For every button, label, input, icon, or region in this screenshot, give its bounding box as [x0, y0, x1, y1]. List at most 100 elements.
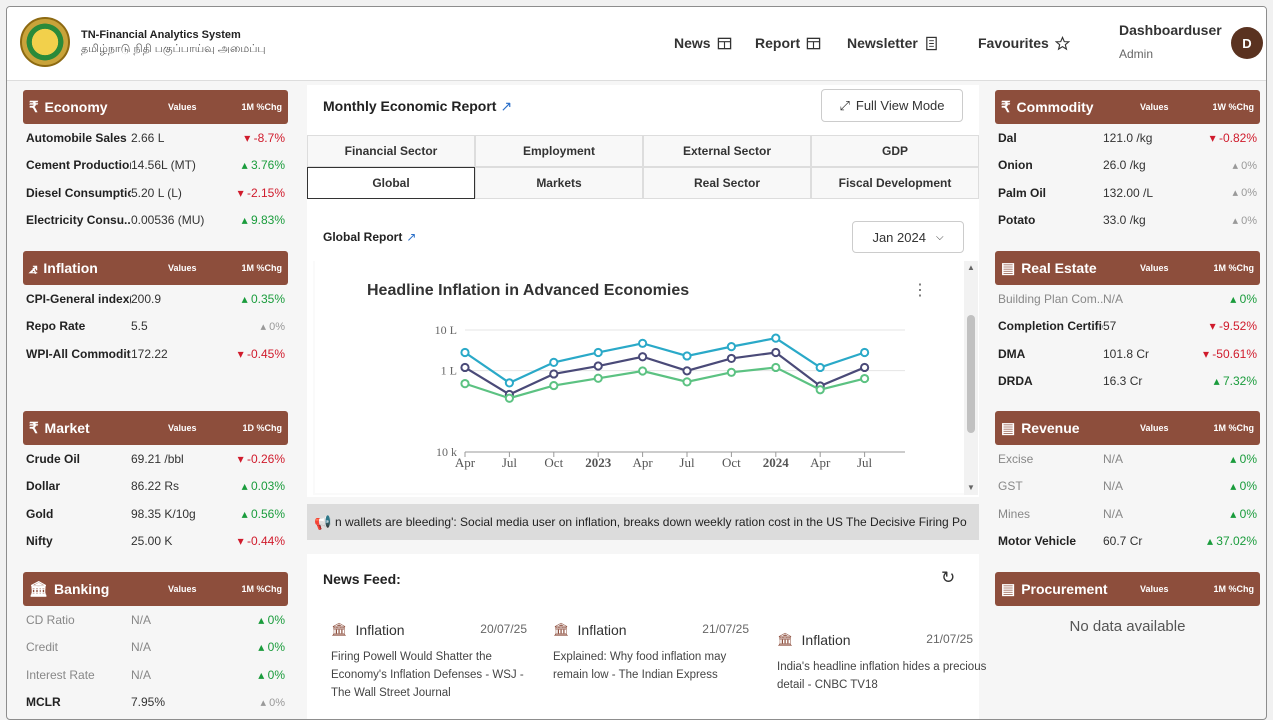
user-name: Dashboarduser: [1119, 22, 1222, 38]
metric-name: Interest Rate: [26, 667, 95, 682]
panel-title[interactable]: ₹ Market: [29, 419, 168, 437]
metric-change: ▾ -0.26%: [237, 451, 285, 466]
nav-report[interactable]: Report: [755, 35, 821, 51]
metric-row[interactable]: Onion 26.0 /kg ▴ 0%: [995, 152, 1260, 180]
refresh-icon[interactable]: ↻: [941, 568, 955, 588]
metric-row[interactable]: Potato 33.0 /kg ▴ 0%: [995, 207, 1260, 235]
panel-title[interactable]: ₹ Economy: [29, 98, 168, 116]
tab-financial-sector[interactable]: Financial Sector: [307, 135, 475, 167]
metric-change: ▴ 0%: [1232, 214, 1257, 227]
metric-value: N/A: [131, 667, 152, 682]
bank-icon: 🏛: [331, 622, 348, 637]
metric-row[interactable]: CD Ratio N/A ▴ 0%: [23, 606, 288, 634]
scrollbar-thumb[interactable]: [967, 315, 975, 433]
metric-row[interactable]: Completion Certific...57 ▾ -9.52%: [995, 313, 1260, 341]
metric-row[interactable]: DRDA 16.3 Cr ▴ 7.32%: [995, 368, 1260, 396]
news-card[interactable]: 🏛 Inflation 21/07/25 India's headline infla…: [777, 632, 987, 694]
metric-row[interactable]: Dollar 86.22 Rs ▴ 0.03%: [23, 473, 288, 501]
series-1-point: [460, 347, 470, 358]
metric-row[interactable]: Palm Oil 132.00 /L ▴ 0%: [995, 179, 1260, 207]
metric-row[interactable]: Repo Rate 5.5 ▴ 0%: [23, 313, 288, 341]
x-tick-label: Oct: [722, 455, 741, 470]
news-card[interactable]: 🏛 Inflation 21/07/25 Explained: Why food in…: [553, 622, 763, 684]
news-card[interactable]: 🏛 Inflation 20/07/25 Firing Powell Would Sh…: [331, 622, 541, 702]
metric-row[interactable]: MCLR 7.95% ▴ 0%: [23, 689, 288, 717]
metric-row[interactable]: Electricity Consu... 0.00536 (MU) ▴ 9.83%: [23, 207, 288, 235]
panel-title[interactable]: ₹ Commodity: [1001, 98, 1140, 116]
tab-employment[interactable]: Employment: [475, 135, 643, 167]
metric-row[interactable]: GST N/A ▴ 0%: [995, 473, 1260, 501]
metric-value: 16.3 Cr: [1103, 374, 1143, 389]
metric-row[interactable]: WPI-All Commodities172.22 ▾ -0.45%: [23, 340, 288, 368]
series-3-point: [771, 362, 781, 373]
metric-change: ▾ -0.82%: [1209, 130, 1257, 145]
tab-gdp[interactable]: GDP: [811, 135, 979, 167]
metric-row[interactable]: DMA 101.8 Cr ▾ -50.61%: [995, 340, 1260, 368]
news-category-label: Inflation: [801, 632, 851, 648]
chart-card: Headline Inflation in Advanced Economies…: [315, 261, 965, 493]
panel-title[interactable]: 🏛 Banking: [29, 580, 168, 598]
news-category-label: Inflation: [577, 622, 627, 638]
tab-real-sector[interactable]: Real Sector: [643, 167, 811, 199]
metric-row[interactable]: Automobile Sales 2.66 L ▾ -8.7%: [23, 124, 288, 152]
metric-row[interactable]: Interest Rate N/A ▴ 0%: [23, 661, 288, 689]
nav-news[interactable]: News: [674, 35, 732, 51]
kebab-menu-icon[interactable]: ⋮: [912, 282, 928, 299]
metric-change: ▾ -9.52%: [1209, 319, 1257, 334]
metric-change: ▴ 0.03%: [241, 479, 285, 494]
metric-row[interactable]: Gold 98.35 K/10g ▴ 0.56%: [23, 500, 288, 528]
metric-name: MCLR: [26, 695, 61, 710]
full-view-label: Full View Mode: [855, 98, 945, 113]
col-header-values: Values: [168, 423, 197, 433]
metric-name: Credit: [26, 640, 59, 655]
report-title[interactable]: Monthly Economic Report ↗: [323, 98, 512, 115]
metric-row[interactable]: Dal 121.0 /kg ▾ -0.82%: [995, 124, 1260, 152]
scroll-up-arrow[interactable]: ▲: [967, 263, 975, 272]
metric-value: 57: [1103, 319, 1117, 334]
nav-favourites[interactable]: Favourites: [978, 35, 1070, 51]
user-avatar[interactable]: D: [1231, 27, 1263, 59]
metric-row[interactable]: Cement Production 14.56L (MT) ▴ 3.76%: [23, 152, 288, 180]
metric-change: ▴ 9.83%: [241, 213, 285, 228]
series-3-point: [504, 393, 514, 403]
metric-value: 69.21 /bbl: [131, 451, 184, 466]
series-3-point: [815, 385, 825, 395]
panel-header: ▤ Real Estate Values 1M %Chg: [995, 251, 1260, 285]
metric-row[interactable]: Nifty 25.00 K ▾ -0.44%: [23, 528, 288, 556]
tab-fiscal-development[interactable]: Fiscal Development: [811, 167, 979, 199]
month-select[interactable]: Jan 2024 ⌵: [852, 221, 964, 253]
report-title-text: Monthly Economic Report: [323, 98, 497, 114]
metric-row[interactable]: Mines N/A ▴ 0%: [995, 500, 1260, 528]
external-link-icon: ↗: [500, 98, 513, 114]
nav-newsletter[interactable]: Newsletter: [847, 35, 939, 51]
news-headline: India's headline inflation hides a preci…: [777, 661, 987, 691]
metric-name: DMA: [998, 346, 1026, 361]
panel-title[interactable]: ▤ Revenue: [1001, 419, 1140, 437]
metric-row[interactable]: Building Plan Com... N/A ▴ 0%: [995, 285, 1260, 313]
col-header-change: 1D %Chg: [242, 423, 282, 433]
tab-global[interactable]: Global: [307, 167, 475, 199]
metric-row[interactable]: CPI-General index(...200.9 ▴ 0.35%: [23, 285, 288, 313]
tab-markets[interactable]: Markets: [475, 167, 643, 199]
tab-external-sector[interactable]: External Sector: [643, 135, 811, 167]
metric-value: 86.22 Rs: [131, 479, 180, 494]
series-3-line: [464, 366, 865, 400]
global-report-label: Global Report: [323, 230, 403, 244]
metric-row[interactable]: Excise N/A ▴ 0%: [995, 445, 1260, 473]
metric-row[interactable]: Diesel Consumption 5.20 L (L) ▾ -2.15%: [23, 179, 288, 207]
metric-row[interactable]: Crude Oil 69.21 /bbl ▾ -0.26%: [23, 445, 288, 473]
chart-scrollbar[interactable]: ▲ ▼: [964, 261, 978, 495]
panel-title[interactable]: ▤ Real Estate: [1001, 259, 1140, 277]
full-view-button[interactable]: ⤢ Full View Mode: [821, 89, 963, 122]
scroll-down-arrow[interactable]: ▼: [967, 483, 975, 492]
news-headline: Explained: Why food inflation may remain…: [553, 651, 727, 681]
news-ticker[interactable]: 📢 n wallets are bleeding': Social media …: [307, 504, 979, 540]
global-report-title[interactable]: Global Report ↗: [323, 230, 416, 244]
panel-title[interactable]: ▤ Procurement: [1001, 580, 1140, 598]
panel-title[interactable]: ⦨ Inflation: [29, 260, 168, 277]
metric-row[interactable]: Credit N/A ▴ 0%: [23, 634, 288, 662]
news-category-label: Inflation: [355, 622, 405, 638]
panel-market: ₹ Market Values 1D %Chg Crude Oil 69.21 /bbl ▾…: [23, 411, 288, 555]
metric-row[interactable]: Motor Vehicle 60.7 Cr ▴ 37.02%: [995, 528, 1260, 556]
x-tick-label: Jul: [857, 455, 873, 470]
